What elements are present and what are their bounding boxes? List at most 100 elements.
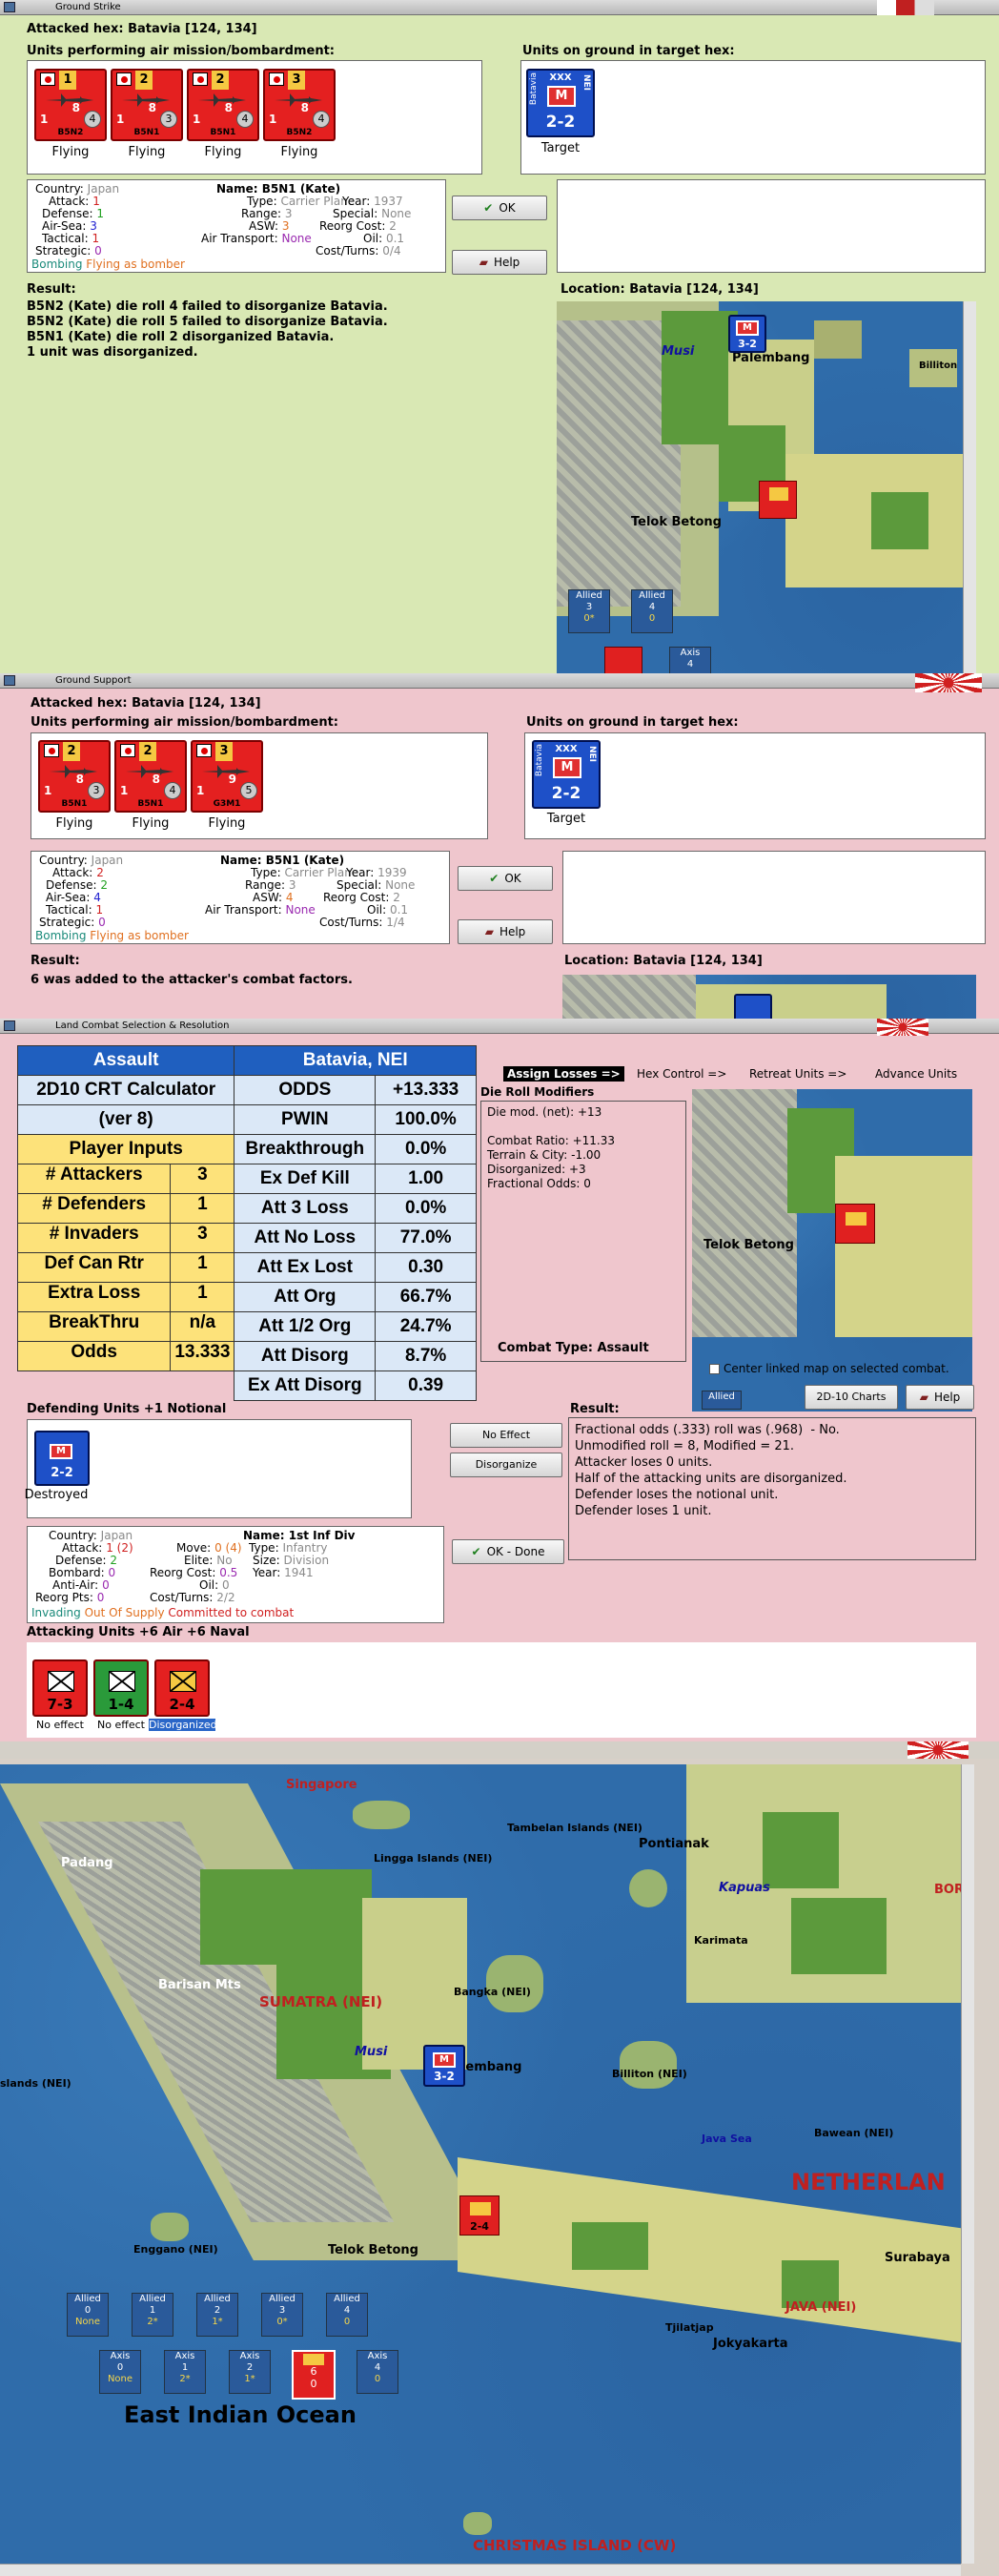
attacking-unit-counter[interactable]: 1-4 [93, 1659, 149, 1717]
defender-counter[interactable]: M 2-2 [34, 1431, 90, 1486]
map-label-bawean: Bawean (NEI) [814, 2127, 894, 2139]
attacker-strength: 2-4 [169, 1696, 195, 1713]
rising-sun-flag-icon-2 [877, 1019, 928, 1036]
oil-label: Oil: [363, 232, 383, 245]
crt-output-label: Att No Loss [234, 1223, 377, 1253]
map-label-singapore: Singapore [286, 1778, 357, 1792]
allied-stack-counter[interactable]: Allied 3 0* [261, 2293, 303, 2337]
help-button-3[interactable]: ▰ Help [906, 1385, 974, 1410]
country-label: Country: [35, 182, 84, 196]
location-map[interactable]: Musi Palembang Billiton Telok Betong M 3… [557, 301, 963, 677]
axis-stack-counter[interactable]: Axis 4 0 [357, 2350, 398, 2394]
unit-type-name: B5N1 [210, 128, 236, 137]
unit-bl-value: 1 [193, 113, 201, 126]
allied-stack-counter-2[interactable]: Allied 4 0 [631, 589, 673, 633]
flying-tag: Flying as bomber [86, 258, 185, 271]
checkmark-icon-3: ✔ [471, 1545, 481, 1558]
crt-input-value: 1 [197, 1283, 208, 1303]
map-attacker-counter[interactable] [759, 481, 797, 519]
strategic-label: Strategic: [35, 244, 92, 258]
step-assign-losses[interactable]: Assign Losses => [503, 1066, 624, 1082]
attack-value: 1 [92, 195, 100, 208]
air-unit-counter[interactable]: 2 1 8 3 B5N1 [38, 740, 111, 813]
crt-output-label: Ex Def Kill [234, 1164, 377, 1194]
window-titlebar-2[interactable]: Ground Support [0, 673, 999, 689]
center-map-checkbox[interactable]: Center linked map on selected combat. [709, 1362, 949, 1375]
unit-info-panel-3: Country: Japan Attack: 1 (2) Defense: 2 … [27, 1526, 444, 1623]
unit-info-panel: Country: Japan Attack: 1 Defense: 1 Air-… [27, 179, 446, 273]
ok-button-2[interactable]: ✔ OK [458, 866, 553, 891]
app-icon-2 [4, 675, 15, 686]
help-button-2[interactable]: ▰ Help [458, 919, 553, 944]
location-map-2[interactable] [562, 975, 976, 1022]
main-map-vscroll[interactable] [961, 1764, 974, 2564]
range-label: Range: [241, 207, 282, 220]
allied-stack-counter[interactable]: Allied 1 2* [132, 2293, 173, 2337]
air-unit-counter[interactable]: 1 1 8 4 B5N2 [34, 69, 107, 141]
aircraft-icon [198, 93, 246, 107]
map-label-java-sea: Java Sea [702, 2133, 752, 2145]
allied-stack-counter[interactable]: Allied 2 1* [196, 2293, 238, 2337]
allied-stack-counter[interactable]: Allied 4 0 [326, 2293, 368, 2337]
window-titlebar[interactable]: Ground Strike [0, 0, 999, 15]
axis-stack-counter[interactable]: Axis 1 2* [164, 2350, 206, 2394]
unit-top-value: 2 [63, 742, 80, 761]
step-hex-control[interactable]: Hex Control => [637, 1066, 726, 1082]
target-unit-counter[interactable]: Batavia XXX NEI M 2-2 [526, 69, 595, 137]
combat-map-allied[interactable]: Allied [702, 1391, 742, 1410]
cost-value: 0/4 [382, 244, 401, 258]
infantry-symbol-icon [170, 1671, 196, 1692]
window-titlebar-3[interactable]: Land Combat Selection & Resolution [0, 1019, 999, 1034]
japan-flag-icon [196, 744, 212, 757]
map-unit-counter[interactable]: M 3-2 [728, 315, 766, 353]
aircraft-icon [202, 765, 250, 778]
target-unit-counter-2[interactable]: Batavia XXX NEI M 2-2 [532, 740, 601, 809]
map-label-billiton: Billiton (NEI) [612, 2068, 687, 2080]
charts-button[interactable]: 2D-10 Charts [805, 1385, 898, 1410]
defense-value: 1 [96, 207, 104, 220]
main-map-unit-batavia[interactable]: 2-4 [459, 2195, 500, 2236]
allied-stack-counter[interactable]: Allied 3 0* [568, 589, 610, 633]
step-advance[interactable]: Advance Units [875, 1066, 957, 1082]
unit-type-symbol: M [547, 86, 576, 107]
unit-type-name: B5N1 [133, 128, 160, 137]
attacking-unit-counter[interactable]: 7-3 [32, 1659, 88, 1717]
checkbox-box[interactable] [709, 1364, 720, 1374]
location-label: Location: Batavia [124, 134] [561, 282, 759, 297]
air-unit-counter[interactable]: 2 1 8 4 B5N1 [114, 740, 187, 813]
air-unit-counter[interactable]: 2 1 8 4 B5N1 [187, 69, 259, 141]
window-title: Ground Strike [55, 2, 121, 12]
reorg-label: Reorg Cost: [319, 219, 386, 233]
main-map-unit-palembang[interactable]: M 3-2 [423, 2045, 465, 2087]
country-value: Japan [87, 182, 120, 196]
air-unit-counter[interactable]: 3 1 9 5 G3M1 [191, 740, 263, 813]
help-button[interactable]: ▰ Help [452, 250, 547, 275]
unit-br-value: 8 [148, 101, 156, 114]
ok-button[interactable]: ✔ OK [452, 196, 547, 220]
ok-done-button[interactable]: ✔ OK - Done [452, 1539, 564, 1564]
result-text: B5N2 (Kate) die roll 4 failed to disorga… [27, 299, 388, 360]
combat-map-unit[interactable] [835, 1204, 875, 1244]
map-label-jokyakarta: Jokyakarta [713, 2337, 788, 2351]
tactical-label: Tactical: [42, 232, 89, 245]
axis-stack-counter[interactable]: Axis 0 None [99, 2350, 141, 2394]
air-unit-status: Flying [204, 145, 242, 159]
map-scrollbar[interactable] [963, 301, 976, 677]
disorganize-button[interactable]: Disorganize [450, 1453, 562, 1477]
map-label-tambelan: Tambelan Islands (NEI) [507, 1822, 642, 1834]
checkmark-icon-2: ✔ [489, 872, 500, 885]
map-label-surabaya: Surabaya [885, 2251, 950, 2265]
no-effect-button[interactable]: No Effect [450, 1423, 562, 1448]
air-unit-counter[interactable]: 3 1 8 4 B5N2 [263, 69, 336, 141]
main-map-hscroll[interactable] [0, 2564, 961, 2576]
axis-red-counter-main[interactable]: 6 0 [292, 2350, 336, 2400]
crt-output-label: Att Ex Lost [234, 1252, 377, 1283]
main-map[interactable]: Singapore Padang Lingga Islands (NEI) Ta… [0, 1764, 961, 2564]
axis-stack-counter[interactable]: Axis 2 1* [229, 2350, 271, 2394]
attacking-unit-counter[interactable]: 2-4 [154, 1659, 210, 1717]
allied-stack-counter[interactable]: Allied 0 None [67, 2293, 109, 2337]
map-label-sumatra: SUMATRA (NEI) [259, 1993, 383, 2010]
step-retreat[interactable]: Retreat Units => [749, 1066, 846, 1082]
japan-flag-icon [120, 744, 135, 757]
air-unit-counter[interactable]: 2 1 8 3 B5N1 [111, 69, 183, 141]
